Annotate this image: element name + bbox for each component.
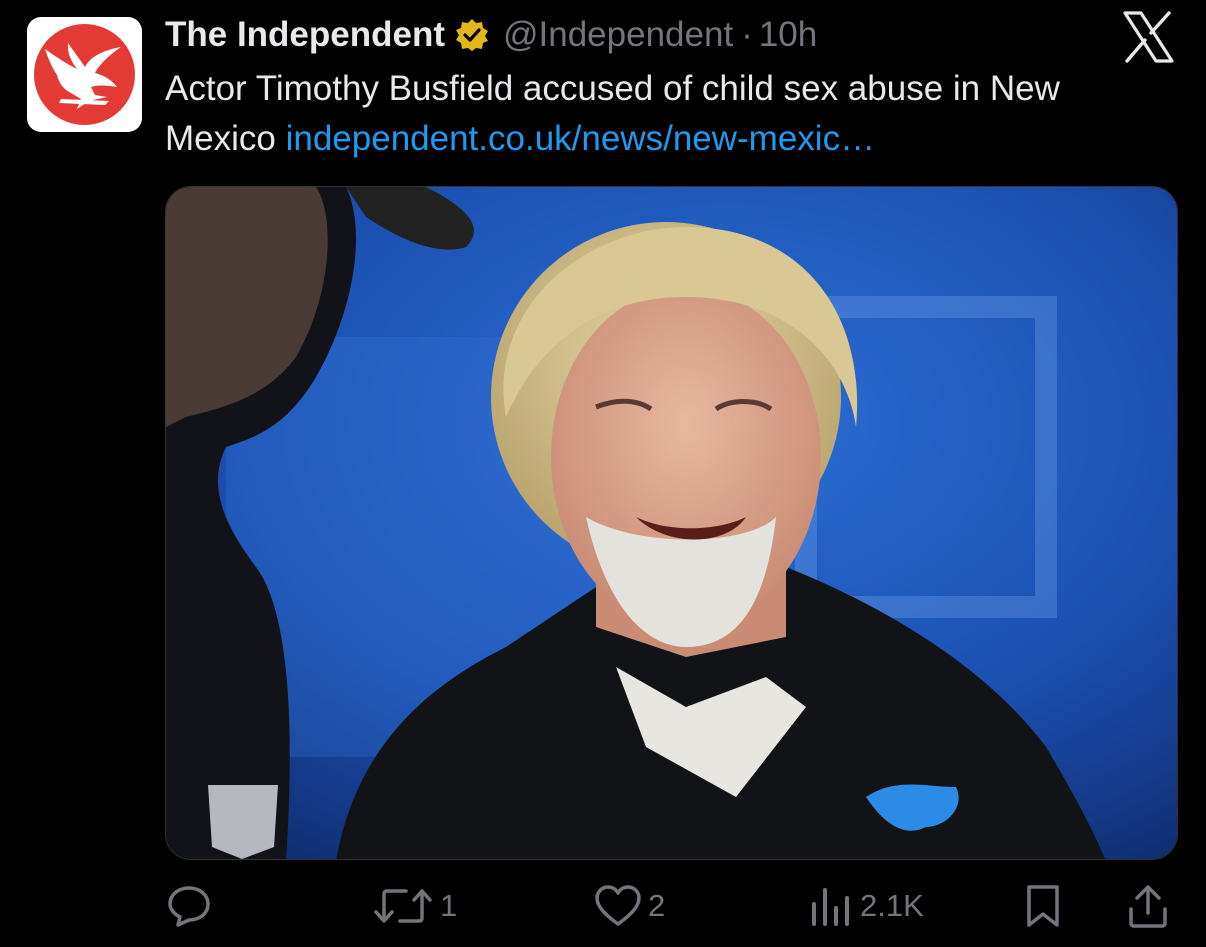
author-name[interactable]: The Independent <box>165 15 445 55</box>
views-button[interactable]: 2.1K <box>808 884 924 928</box>
bookmark-button[interactable] <box>1023 884 1063 928</box>
article-link[interactable]: independent.co.uk/news/new-mexic… <box>286 119 875 158</box>
tweet-text: Actor Timothy Busfield accused of child … <box>165 64 1155 164</box>
reply-icon <box>168 886 210 927</box>
views-count: 2.1K <box>860 888 924 923</box>
tweet-time[interactable]: 10h <box>759 15 817 55</box>
bookmark-icon <box>1027 885 1059 927</box>
eagle-logo-icon <box>45 43 121 109</box>
share-button[interactable] <box>1126 884 1170 928</box>
retweet-button[interactable]: 1 <box>372 884 457 928</box>
views-chart-icon <box>812 888 849 926</box>
meta-separator: · <box>741 15 753 54</box>
verified-badge-icon <box>455 18 489 52</box>
avatar[interactable] <box>27 17 142 132</box>
share-icon <box>1129 885 1167 928</box>
photo-image <box>166 187 1177 859</box>
retweet-icon <box>374 889 432 923</box>
action-bar: 1 2 2.1K <box>0 870 1206 942</box>
reply-button[interactable] <box>166 884 218 928</box>
like-button[interactable]: 2 <box>594 884 665 928</box>
like-count: 2 <box>648 888 666 923</box>
heart-icon <box>595 885 641 926</box>
tweet-header: The Independent @Independent · 10h <box>165 12 817 58</box>
x-logo-icon <box>1122 11 1174 63</box>
tweet-media[interactable] <box>165 186 1178 860</box>
retweet-count: 1 <box>440 888 458 923</box>
author-handle[interactable]: @Independent <box>503 15 733 55</box>
